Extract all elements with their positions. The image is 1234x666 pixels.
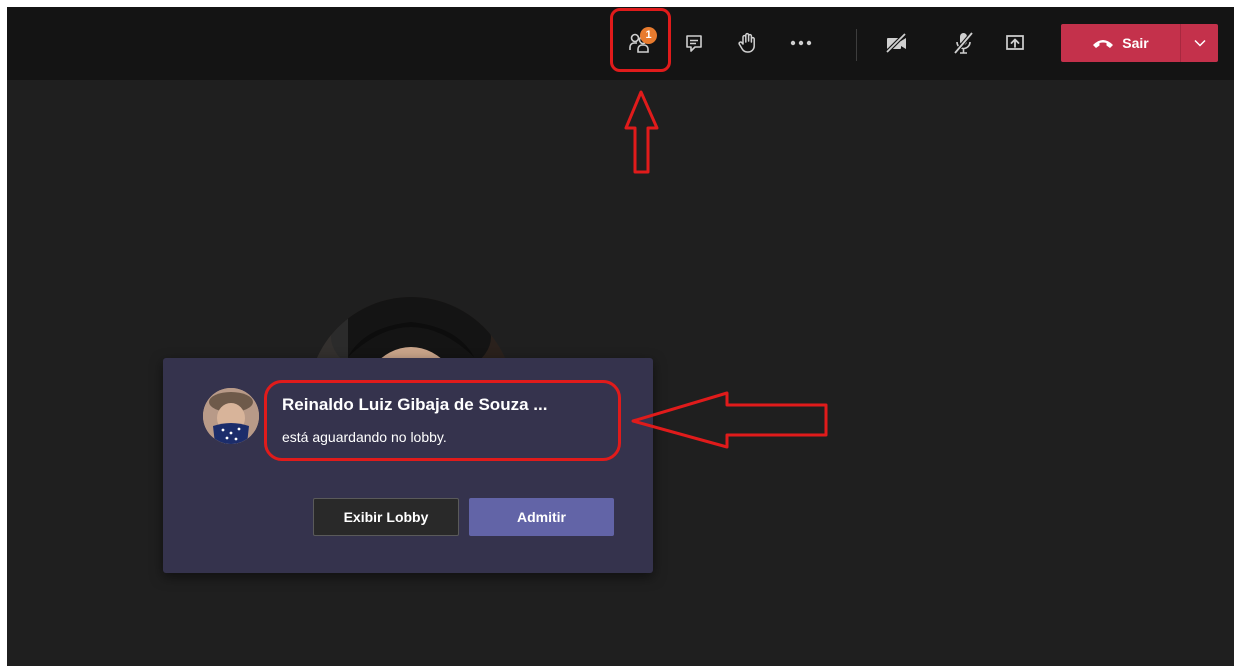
annotation-arrow-up — [624, 90, 659, 174]
annotation-arrow-left — [631, 391, 828, 449]
annotation-arrows — [624, 90, 828, 449]
